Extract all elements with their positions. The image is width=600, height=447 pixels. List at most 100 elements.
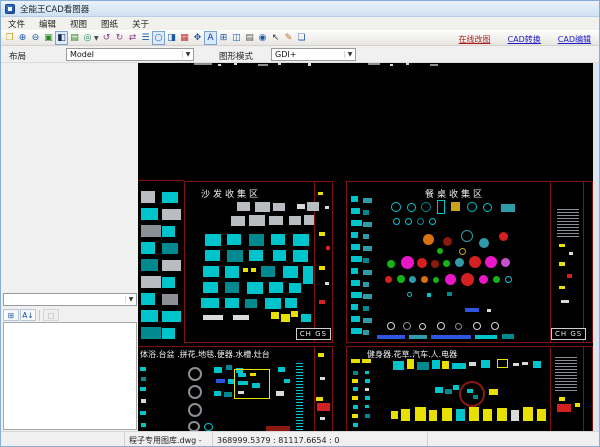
cad-block xyxy=(511,410,519,421)
cad-block xyxy=(365,405,369,408)
cad-block xyxy=(407,292,412,297)
zoom-in-icon[interactable]: ⊕ xyxy=(16,31,29,45)
cad-block xyxy=(351,208,360,214)
cad-block xyxy=(351,280,360,286)
cad-block xyxy=(481,360,490,368)
fit-view-icon[interactable]: ▣ xyxy=(42,31,55,45)
cad-convert-link[interactable]: CAD转换 xyxy=(508,34,541,45)
menu-about[interactable]: 关于 xyxy=(125,18,156,30)
menu-edit[interactable]: 编辑 xyxy=(32,18,63,30)
cad-block xyxy=(483,409,492,421)
cad-block xyxy=(365,371,369,374)
cad-block xyxy=(363,294,372,299)
cad-block xyxy=(284,379,290,383)
menu-sheet[interactable]: 图纸 xyxy=(94,18,125,30)
cad-block xyxy=(393,361,404,370)
text-tool-icon[interactable]: A xyxy=(204,31,217,45)
cad-block xyxy=(465,308,479,312)
export-icon[interactable]: ◎ xyxy=(81,31,94,45)
cad-block xyxy=(365,379,370,383)
cad-block xyxy=(278,63,281,65)
property-pages-icon: ▢ xyxy=(43,309,59,321)
cad-block xyxy=(479,275,488,284)
swap-view-icon[interactable]: ⇄ xyxy=(126,31,139,45)
cad-block xyxy=(218,64,221,66)
cad-block xyxy=(238,391,244,394)
cad-block xyxy=(326,246,330,250)
cad-block xyxy=(409,335,427,339)
annotate-icon[interactable]: ✎ xyxy=(282,31,295,45)
status-cell-empty xyxy=(1,432,125,446)
cad-block xyxy=(281,314,290,322)
layers-icon[interactable]: ☰ xyxy=(139,31,152,45)
cad-block xyxy=(308,63,311,66)
main-area: ▼ ⊞ A↓ ▢ 沙发收集区 CH GS 餐桌收集区 CH GS 体浴.台盆 .拼花… xyxy=(1,63,599,431)
property-list[interactable] xyxy=(3,322,137,430)
cad-block xyxy=(417,218,424,225)
cad-block xyxy=(433,277,439,283)
cad-block xyxy=(271,312,279,319)
zoom-select-icon[interactable]: ◉ xyxy=(256,31,269,45)
circle-tool-icon[interactable]: ○ xyxy=(152,31,165,45)
cad-block xyxy=(461,273,474,286)
background-toggle-icon[interactable]: ◧ xyxy=(55,31,68,45)
cad-block xyxy=(569,252,573,255)
cad-block xyxy=(368,63,380,65)
cad-block xyxy=(214,391,221,396)
cad-block xyxy=(469,362,476,366)
zoom-out-icon[interactable]: ⊖ xyxy=(29,31,42,45)
cad-block xyxy=(243,268,248,272)
cad-block xyxy=(293,234,309,246)
menu-file[interactable]: 文件 xyxy=(1,18,32,30)
cad-block xyxy=(391,202,401,212)
cad-block xyxy=(461,230,473,242)
cad-block xyxy=(351,268,358,274)
sort-alphabetical-icon[interactable]: A↓ xyxy=(20,309,36,321)
cad-block xyxy=(557,209,579,237)
copy-icon[interactable]: ❏ xyxy=(295,31,308,45)
cad-block xyxy=(273,203,285,211)
cad-block xyxy=(188,403,202,417)
rotate-right-icon[interactable]: ↻ xyxy=(113,31,126,45)
flip-icon[interactable]: ◫ xyxy=(230,31,243,45)
online-edit-link[interactable]: 在线改图 xyxy=(459,34,491,45)
save-image-icon[interactable]: ▤ xyxy=(68,31,81,45)
cad-viewport[interactable]: 沙发收集区 CH GS 餐桌收集区 CH GS 体浴.台盆 .拼花.地毯.便器.… xyxy=(138,63,593,431)
cad-block xyxy=(443,260,450,267)
rotate-left-icon[interactable]: ↺ xyxy=(100,31,113,45)
cad-editor-link[interactable]: CAD编辑 xyxy=(558,34,591,45)
cad-block xyxy=(319,266,325,270)
cad-block xyxy=(297,204,305,209)
cad-block xyxy=(317,403,330,411)
window-frame-gap xyxy=(593,63,599,431)
menu-view[interactable]: 视图 xyxy=(63,18,94,30)
object-select[interactable]: ▼ xyxy=(3,293,137,306)
cad-block xyxy=(401,256,414,269)
print-icon[interactable]: ▤ xyxy=(243,31,256,45)
cad-block xyxy=(141,225,161,237)
image-view-icon[interactable]: ◨ xyxy=(165,31,178,45)
cad-block xyxy=(377,335,405,339)
categorized-icon[interactable]: ⊞ xyxy=(3,309,19,321)
cad-block xyxy=(437,200,445,214)
cad-block xyxy=(415,407,426,421)
graphics-mode-value: GDI+ xyxy=(275,50,297,59)
cad-block xyxy=(301,314,311,322)
open-file-icon[interactable]: ❒ xyxy=(3,31,16,45)
color-settings-icon[interactable]: ▦ xyxy=(178,31,191,45)
select-cursor-icon[interactable]: ↖ xyxy=(269,31,282,45)
cad-block xyxy=(353,423,358,427)
cad-block xyxy=(231,216,245,226)
measure-icon[interactable]: ⊞ xyxy=(217,31,230,45)
layout-label: 布局 xyxy=(9,52,27,62)
cad-section-sofa: 沙发收集区 CH GS xyxy=(184,181,333,343)
property-grid-toolbar: ⊞ A↓ ▢ xyxy=(3,308,137,322)
cad-block xyxy=(491,322,499,330)
fullscreen-icon[interactable]: ✥ xyxy=(191,31,204,45)
cad-block xyxy=(351,359,360,363)
cad-block xyxy=(447,292,452,296)
graphics-mode-select[interactable]: GDI+ ▼ xyxy=(271,48,356,61)
cad-block xyxy=(194,63,212,65)
layout-select[interactable]: Model ▼ xyxy=(66,48,194,61)
cad-block xyxy=(162,243,178,254)
